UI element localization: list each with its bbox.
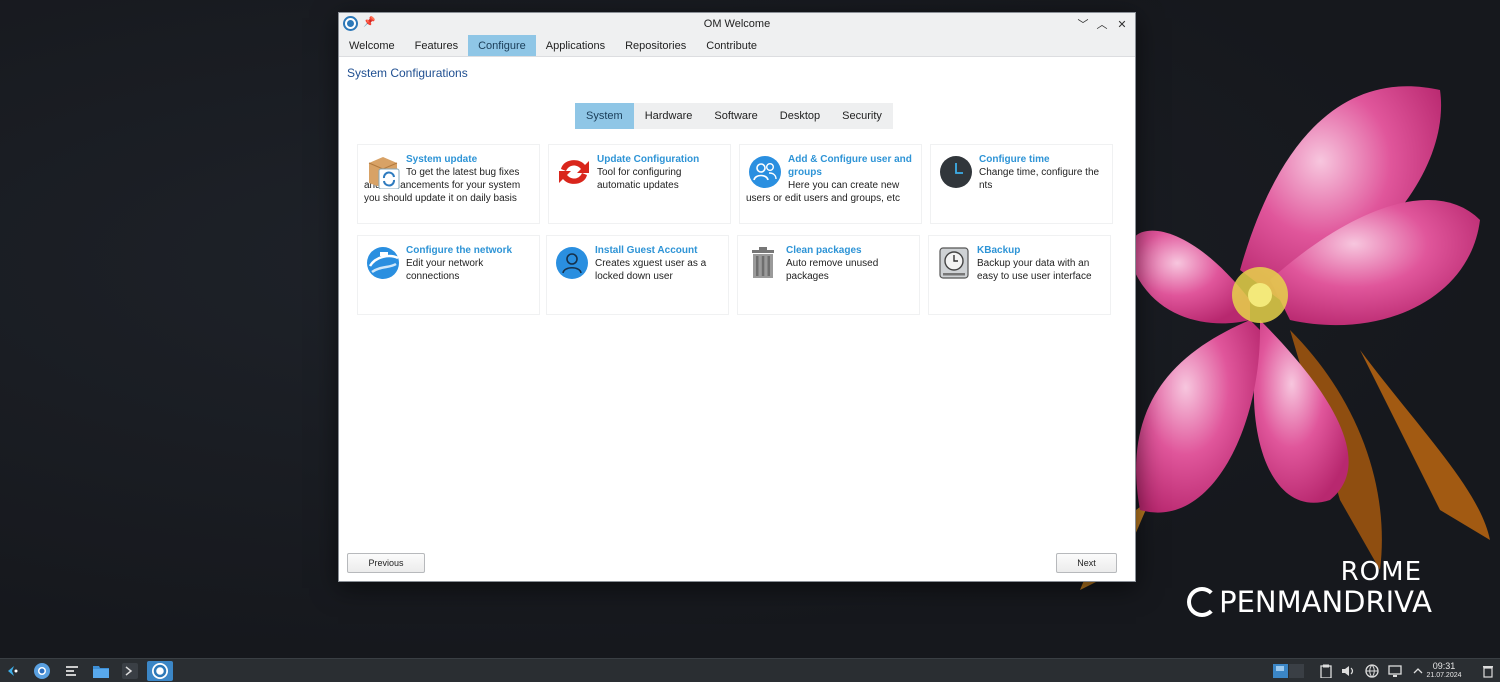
- card-description: Creates xguest user as a locked down use…: [595, 258, 707, 282]
- card-clean-packages[interactable]: Clean packages Auto remove unused packag…: [737, 235, 920, 315]
- tab-features[interactable]: Features: [405, 35, 468, 56]
- file-manager-icon[interactable]: [91, 661, 111, 681]
- minimize-button[interactable]: ﹀: [1075, 16, 1091, 32]
- maximize-button[interactable]: ︿: [1094, 16, 1110, 32]
- card-configure-time[interactable]: Configure time Change time, configure th…: [930, 144, 1113, 224]
- card-system-update[interactable]: System update To get the latest bug fixe…: [357, 144, 540, 224]
- card-description: Auto remove unused packages: [786, 258, 879, 282]
- update-config-icon: [559, 160, 589, 184]
- card-title[interactable]: Configure the network: [406, 244, 533, 257]
- application-launcher-icon[interactable]: [3, 661, 23, 681]
- card-title[interactable]: Install Guest Account: [595, 244, 722, 257]
- users-icon: [749, 156, 781, 188]
- display-icon[interactable]: [1387, 663, 1403, 679]
- clock-icon: [940, 156, 972, 188]
- title-bar[interactable]: 📌 OM Welcome ﹀ ︿ ✕: [339, 13, 1135, 35]
- subtab-hardware[interactable]: Hardware: [634, 103, 704, 129]
- network-icon: [367, 247, 399, 279]
- window-title: OM Welcome: [703, 18, 771, 30]
- subtab-desktop[interactable]: Desktop: [769, 103, 831, 129]
- card-title[interactable]: Clean packages: [786, 244, 913, 257]
- tab-welcome[interactable]: Welcome: [339, 35, 405, 56]
- om-welcome-window: 📌 OM Welcome ﹀ ︿ ✕ Welcome Features Conf…: [338, 12, 1136, 582]
- card-configure-network[interactable]: Configure the network Edit your network …: [357, 235, 540, 315]
- subtab-software[interactable]: Software: [703, 103, 768, 129]
- brand-line-1: ROME: [1340, 557, 1422, 587]
- openmandriva-rome-logo: ROME PENMANDRIVA: [1172, 558, 1432, 618]
- subtab-system[interactable]: System: [575, 103, 634, 129]
- previous-button[interactable]: Previous: [347, 553, 425, 573]
- tab-applications[interactable]: Applications: [536, 35, 615, 56]
- taskbar: 09:31 21.07.2024: [0, 658, 1500, 682]
- browser-icon[interactable]: [32, 661, 52, 681]
- page-title: System Configurations: [347, 66, 468, 80]
- terminal-icon[interactable]: [120, 661, 140, 681]
- guest-user-icon: [556, 247, 588, 279]
- card-title[interactable]: System update: [406, 153, 533, 166]
- card-title[interactable]: Add & Configure user and groups: [788, 153, 915, 179]
- clipboard-icon[interactable]: [1318, 663, 1334, 679]
- volume-icon[interactable]: [1340, 663, 1356, 679]
- brand-line-2-wrap: PENMANDRIVA: [1172, 586, 1432, 618]
- card-title[interactable]: Configure time: [979, 153, 1106, 166]
- card-guest-account[interactable]: Install Guest Account Creates xguest use…: [546, 235, 729, 315]
- network-status-icon[interactable]: [1364, 663, 1380, 679]
- card-update-configuration[interactable]: Update Configuration Tool for configurin…: [548, 144, 731, 224]
- next-button[interactable]: Next: [1056, 553, 1117, 573]
- subtab-security[interactable]: Security: [831, 103, 893, 129]
- card-kbackup[interactable]: KBackup Backup your data with an easy to…: [928, 235, 1111, 315]
- main-tab-bar: Welcome Features Configure Applications …: [339, 35, 1135, 57]
- category-tab-bar: System Hardware Software Desktop Securit…: [575, 103, 893, 129]
- card-title[interactable]: KBackup: [977, 244, 1104, 257]
- system-settings-icon[interactable]: [62, 661, 82, 681]
- tab-configure[interactable]: Configure: [468, 35, 536, 56]
- card-description: Edit your network connections: [406, 258, 484, 282]
- taskbar-om-welcome[interactable]: [147, 661, 173, 681]
- clock-time: 09:31: [1432, 661, 1456, 671]
- package-update-icon: [368, 157, 400, 189]
- openmandriva-ring-icon: [1187, 587, 1218, 617]
- card-users-groups[interactable]: Add & Configure user and groups Here you…: [739, 144, 922, 224]
- tab-contribute[interactable]: Contribute: [696, 35, 767, 56]
- card-description: Tool for configuring automatic updates: [597, 167, 682, 191]
- card-description: Change time, configure the nts: [979, 167, 1100, 191]
- trash-widget-icon[interactable]: [1480, 663, 1496, 679]
- virtual-desktop-pager[interactable]: [1273, 663, 1305, 679]
- digital-clock[interactable]: 09:31 21.07.2024: [1424, 661, 1464, 681]
- card-description: Backup your data with an easy to use use…: [977, 258, 1092, 282]
- tab-repositories[interactable]: Repositories: [615, 35, 696, 56]
- close-button[interactable]: ✕: [1114, 16, 1130, 32]
- trash-icon: [752, 247, 774, 278]
- brand-line-2: PENMANDRIVA: [1219, 585, 1432, 619]
- clock-date: 21.07.2024: [1426, 672, 1462, 679]
- card-title[interactable]: Update Configuration: [597, 153, 724, 166]
- backup-icon: [939, 247, 969, 279]
